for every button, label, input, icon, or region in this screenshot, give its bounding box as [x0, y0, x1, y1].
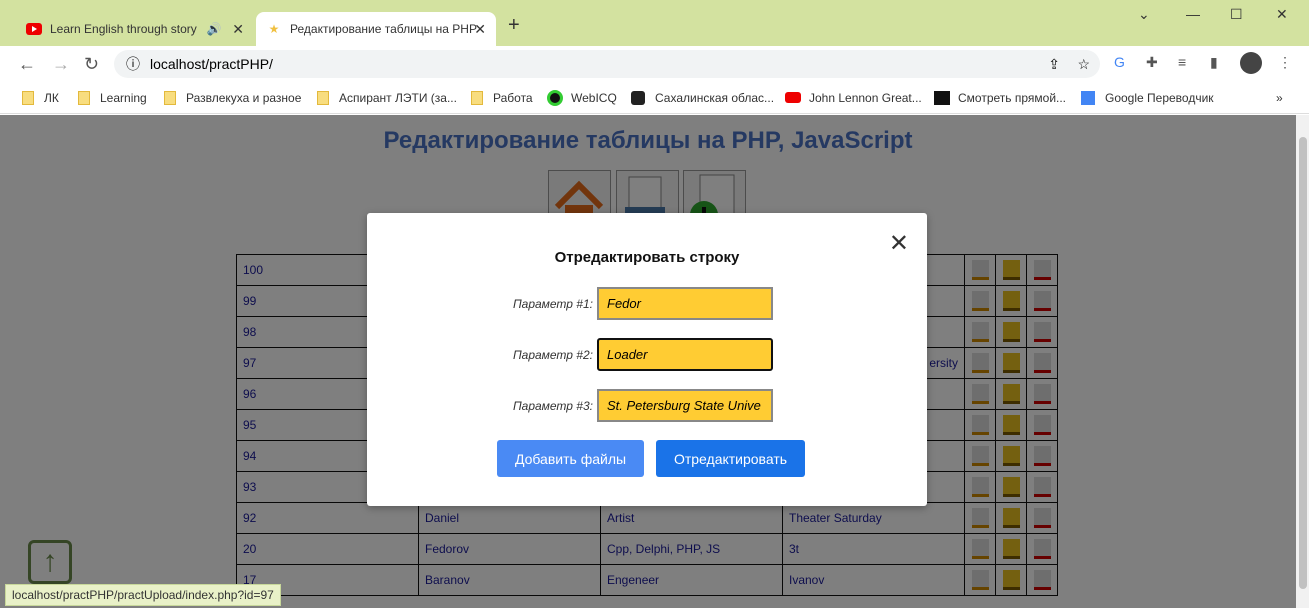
- menu-icon[interactable]: ⋮: [1278, 54, 1292, 71]
- bookmarks-bar: ЛК Learning Развлекуха и разное Аспирант…: [0, 82, 1309, 114]
- param1-input[interactable]: Fedor: [597, 287, 773, 320]
- close-window-button[interactable]: ✕: [1276, 6, 1288, 23]
- address-bar[interactable]: ⓘ localhost/practPHP/ ⇪ ☆: [114, 50, 1100, 78]
- minimize-button[interactable]: —: [1186, 6, 1200, 22]
- status-bar-url: localhost/practPHP/practUpload/index.php…: [5, 584, 281, 606]
- submit-edit-button[interactable]: Отредактировать: [656, 440, 805, 477]
- field-row: Параметр #1: Fedor: [367, 287, 773, 320]
- audio-icon: 🔊: [206, 22, 222, 36]
- folder-icon: [164, 90, 176, 105]
- share-icon[interactable]: ⇪: [1048, 56, 1060, 73]
- bookmark[interactable]: Аспирант ЛЭТИ (за...: [317, 90, 457, 105]
- field-label: Параметр #2:: [512, 347, 593, 362]
- translate-icon: [1081, 90, 1095, 105]
- field-row: Параметр #2: Loader: [367, 338, 773, 371]
- bookmark[interactable]: Learning: [78, 90, 147, 105]
- field-row: Параметр #3: St. Petersburg State Unive: [367, 389, 773, 422]
- field-label: Параметр #1:: [512, 296, 593, 311]
- param3-input[interactable]: St. Petersburg State Unive: [597, 389, 773, 422]
- tab-search-icon[interactable]: ⌄: [1138, 6, 1150, 23]
- media-icon[interactable]: ≡: [1178, 54, 1186, 70]
- info-icon: ⓘ: [126, 56, 140, 72]
- scrollbar[interactable]: [1296, 115, 1309, 608]
- folder-icon: [22, 90, 34, 105]
- side-panel-icon[interactable]: ▮: [1210, 54, 1218, 71]
- reload-icon[interactable]: ↻: [84, 54, 99, 75]
- extensions-icon[interactable]: ✚: [1146, 54, 1158, 71]
- star-favicon-icon: ★: [268, 22, 280, 36]
- close-icon[interactable]: ✕: [889, 229, 909, 258]
- folder-icon: [317, 90, 329, 105]
- tab-strip: Learn English through story 🔊 ✕ ★ Редакт…: [0, 0, 1309, 46]
- bookmark[interactable]: Развлекуха и разное: [164, 90, 301, 105]
- close-tab-icon[interactable]: ✕: [474, 21, 486, 38]
- bookmark-star-icon[interactable]: ☆: [1077, 56, 1090, 73]
- bookmark[interactable]: ЛК: [22, 90, 59, 105]
- close-tab-icon[interactable]: ✕: [232, 21, 244, 38]
- modal-title: Отредактировать строку: [554, 249, 740, 266]
- bookmark[interactable]: WebICQ: [547, 89, 617, 106]
- tab-youtube[interactable]: Learn English through story 🔊 ✕: [16, 12, 254, 46]
- site-icon: [631, 90, 645, 105]
- bookmark[interactable]: Google Переводчик: [1081, 90, 1214, 105]
- avatar[interactable]: [1240, 52, 1262, 74]
- site-icon: [934, 90, 950, 105]
- bookmark[interactable]: John Lennon Great...: [785, 91, 922, 105]
- page-content: Редактирование таблицы на PHP, JavaScrip…: [0, 115, 1309, 608]
- bookmark[interactable]: Сахалинская облас...: [631, 90, 774, 105]
- scrollbar-thumb[interactable]: [1299, 137, 1307, 589]
- bookmark[interactable]: Работа: [471, 90, 533, 105]
- back-icon[interactable]: ←: [18, 54, 36, 75]
- toolbar: ← → ↻ ⓘ localhost/practPHP/ ⇪ ☆ G ✚ ≡ ▮ …: [0, 46, 1309, 82]
- edit-row-modal: Отредактировать строку ✕ Параметр #1: Fe…: [367, 213, 927, 506]
- param2-input[interactable]: Loader: [597, 338, 773, 371]
- forward-icon[interactable]: →: [52, 54, 70, 75]
- translate-icon[interactable]: G: [1114, 54, 1125, 70]
- new-tab-button[interactable]: +: [508, 14, 520, 37]
- tab-active[interactable]: ★ Редактирование таблицы на PHP ✕: [256, 12, 496, 46]
- more-bookmarks-icon[interactable]: »: [1276, 91, 1283, 105]
- youtube-icon: [785, 92, 801, 103]
- maximize-button[interactable]: ☐: [1230, 6, 1243, 23]
- bookmark[interactable]: Смотреть прямой...: [934, 90, 1066, 105]
- add-files-button[interactable]: Добавить файлы: [497, 440, 644, 477]
- field-label: Параметр #3:: [512, 398, 593, 413]
- folder-icon: [471, 90, 483, 105]
- folder-icon: [78, 90, 90, 105]
- youtube-icon: [26, 21, 42, 37]
- webicq-icon: [547, 89, 563, 106]
